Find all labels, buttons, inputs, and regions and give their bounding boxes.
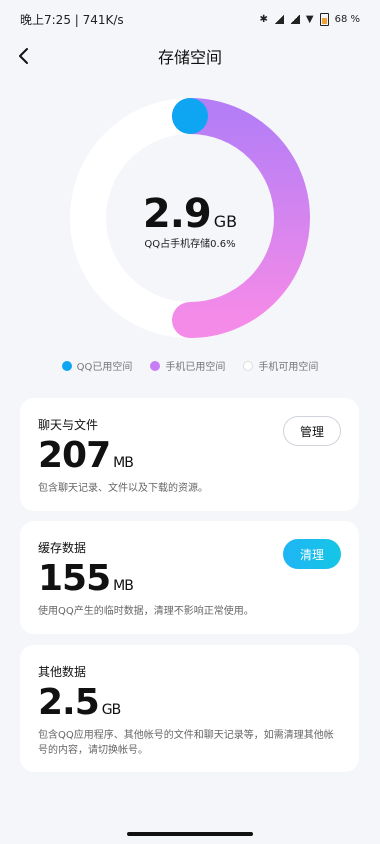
page-title: 存储空间 xyxy=(157,48,222,67)
manage-button[interactable]: 管理 xyxy=(283,416,341,446)
clean-button[interactable]: 清理 xyxy=(283,539,341,569)
card-value: 207 MB xyxy=(38,435,134,476)
signal-icon-2 xyxy=(289,14,300,24)
battery-icon xyxy=(319,12,329,26)
home-indicator[interactable] xyxy=(127,832,253,836)
card-value: 155 MB xyxy=(38,558,134,599)
storage-percent-text: QQ占手机存储0.6% xyxy=(144,239,236,250)
legend-label: 手机可用空间 xyxy=(258,362,319,373)
legend-dot-purple xyxy=(150,360,161,371)
legend-label: QQ已用空间 xyxy=(76,362,133,373)
header: 存储空间 xyxy=(0,38,380,74)
battery-percent: 68 % xyxy=(334,13,360,25)
wifi-icon: ▼ xyxy=(305,13,314,25)
card-other: 其他数据 2.5 GB 包含QQ应用程序、其他帐号的文件和聊天记录等，如需清理其他… xyxy=(20,645,359,772)
status-icons: ✱ ▼ 68 % xyxy=(259,12,360,26)
card-desc: 包含QQ应用程序、其他帐号的文件和聊天记录等，如需清理其他帐号的内容，请切换帐号… xyxy=(38,730,334,756)
card-desc: 使用QQ产生的临时数据，清理不影响正常使用。 xyxy=(38,606,254,617)
donut-qq-used xyxy=(172,98,208,134)
legend-dot-blue xyxy=(61,360,72,371)
card-cache: 缓存数据 155 MB 使用QQ产生的临时数据，清理不影响正常使用。 清理 xyxy=(20,521,359,634)
card-title: 聊天与文件 xyxy=(38,418,99,432)
status-time: 晚上7:25 | 741K/s xyxy=(20,12,124,27)
card-title: 缓存数据 xyxy=(38,541,87,555)
legend-phone-free: 手机可用空间 xyxy=(243,358,318,373)
signal-icon xyxy=(273,14,284,24)
card-desc: 包含聊天记录、文件以及下载的资源。 xyxy=(38,483,208,494)
chevron-left-icon xyxy=(19,48,28,64)
status-bar: 晚上7:25 | 741K/s ✱ ▼ 68 % xyxy=(0,0,380,38)
chart-legend: QQ已用空间 手机已用空间 手机可用空间 xyxy=(0,358,380,373)
back-button[interactable] xyxy=(10,42,38,70)
legend-qq-used: QQ已用空间 xyxy=(61,358,133,373)
storage-summary: 2.9 GB QQ占手机存储0.6% xyxy=(69,191,311,250)
bluetooth-icon: ✱ xyxy=(259,13,268,25)
storage-total-value: 2.9 xyxy=(142,191,212,237)
storage-total-unit: GB xyxy=(213,212,238,231)
card-title: 其他数据 xyxy=(38,665,87,679)
card-chat-files: 聊天与文件 207 MB 包含聊天记录、文件以及下载的资源。 管理 xyxy=(20,398,359,511)
card-value: 2.5 GB xyxy=(38,682,121,723)
legend-phone-used: 手机已用空间 xyxy=(150,358,225,373)
legend-label: 手机已用空间 xyxy=(165,362,226,373)
legend-dot-white xyxy=(243,360,254,371)
storage-donut: 2.9 GB QQ占手机存储0.6% xyxy=(69,97,311,339)
